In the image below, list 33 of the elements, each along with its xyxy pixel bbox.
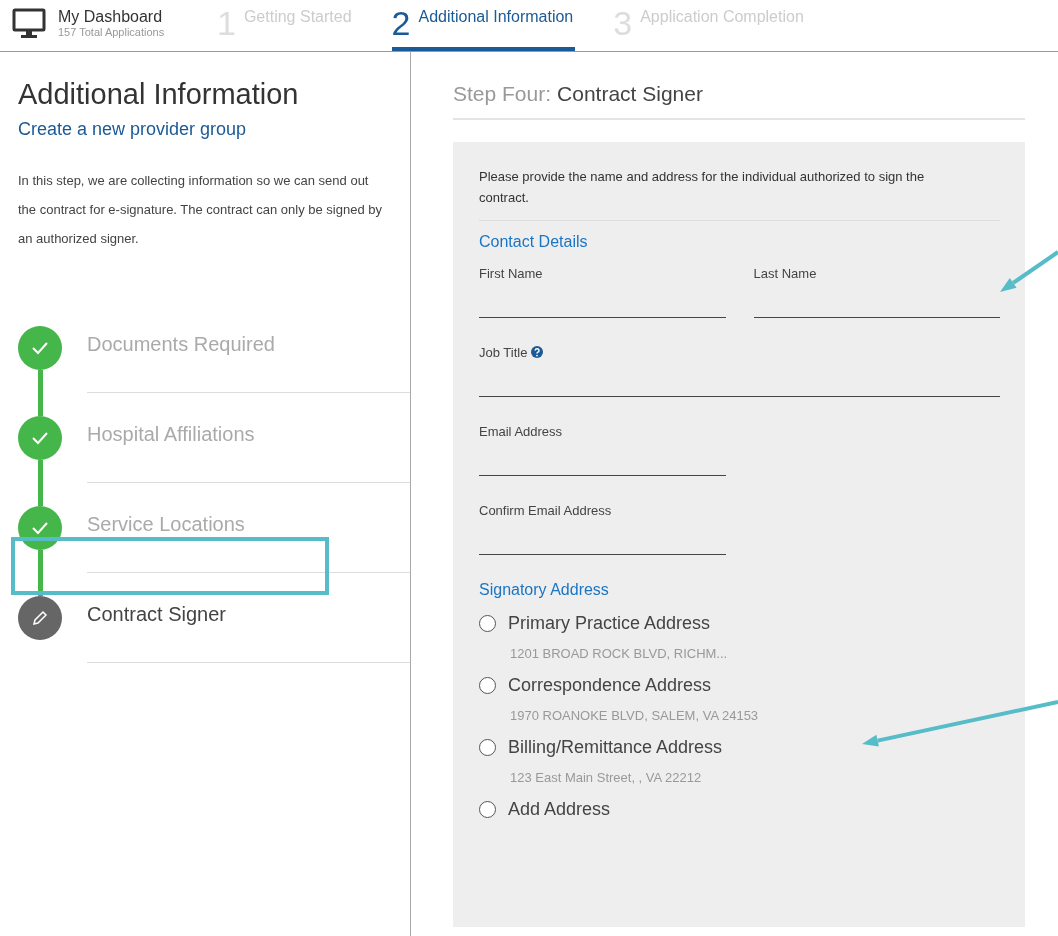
step-label: Additional Information bbox=[418, 7, 574, 26]
help-icon bbox=[531, 346, 544, 358]
field-label: Job Title bbox=[479, 344, 528, 360]
address-text: 1970 ROANOKE BLVD, SALEM, VA 24153 bbox=[510, 708, 760, 723]
step-item[interactable]: Contract Signer bbox=[87, 573, 410, 663]
address-option[interactable]: Billing/Remittance Address bbox=[508, 737, 723, 758]
application-count: 157 Total Applications bbox=[58, 26, 165, 38]
address-option[interactable]: Add Address bbox=[508, 799, 611, 820]
radio-button[interactable] bbox=[479, 739, 496, 756]
field-label: Last Name bbox=[753, 265, 817, 281]
step-description: In this step, we are collecting information so we can send out the contract for e-signature. The contract can only be signed by an authorized signer. bbox=[18, 172, 383, 248]
address-text: 123 East Main Street, , VA 22212 bbox=[510, 770, 703, 785]
address-option[interactable]: Correspondence Address bbox=[508, 675, 712, 696]
step-number: 2 bbox=[391, 4, 411, 42]
radio-button[interactable] bbox=[479, 615, 496, 632]
dashboard-title: My Dashboard bbox=[58, 8, 164, 26]
step-prefix: Step Four: bbox=[453, 82, 552, 105]
field-label: First Name bbox=[479, 265, 543, 281]
radio-button[interactable] bbox=[479, 801, 496, 818]
section-title: Contact Details bbox=[479, 233, 589, 251]
step-tab[interactable]: 2 Additional Information bbox=[391, 0, 576, 51]
dashboard-link[interactable]: My Dashboard 157 Total Applications bbox=[0, 0, 217, 38]
address-text: 1201 BROAD ROCK BLVD, RICHM... bbox=[510, 646, 729, 661]
monitor-icon bbox=[12, 8, 46, 38]
radio-button[interactable] bbox=[479, 677, 496, 694]
provider-group-link[interactable]: Create a new provider group bbox=[18, 119, 247, 140]
field-label: Email Address bbox=[479, 423, 563, 439]
form-instructions: Please provide the name and address for the individual authorized to sign the contract. bbox=[479, 166, 1000, 221]
step-title: Contract Signer bbox=[557, 82, 703, 105]
field-label: Confirm Email Address bbox=[479, 502, 612, 518]
page-title: Additional Information bbox=[18, 78, 300, 111]
address-option[interactable]: Primary Practice Address bbox=[508, 613, 711, 634]
section-title: Signatory Address bbox=[479, 581, 610, 599]
